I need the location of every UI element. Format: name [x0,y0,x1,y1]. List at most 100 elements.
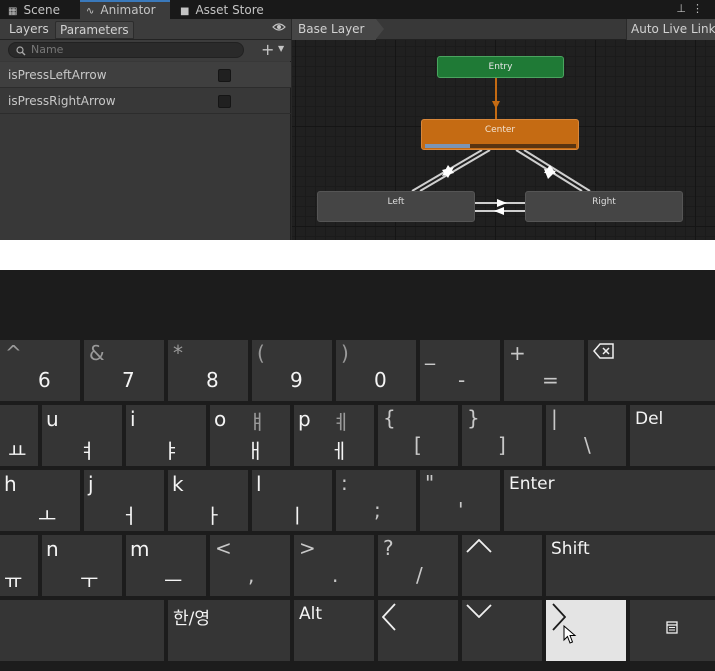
key-u[interactable]: u ㅕ [42,405,122,466]
window-controls: ⊥⋮ [676,2,709,15]
key-space[interactable] [0,600,164,661]
animator-icon: ∿ [86,6,95,17]
key-shift[interactable]: Shift [546,535,715,596]
parameter-checkbox[interactable] [218,69,231,82]
lock-icon[interactable]: ⊥ [676,2,692,15]
key-secondary-label: } [467,406,480,430]
key-primary-label: , [248,563,255,587]
key-korean-label: ㅜ [80,569,99,593]
chevron-down-icon[interactable]: ▼ [278,44,284,53]
arrow-left-icon [382,603,396,631]
key-secondary-label: ) [341,341,349,365]
key-6[interactable]: ^ 6 [0,340,80,401]
tab-layers[interactable]: Layers [5,21,53,39]
key-latin-label: j [88,472,94,496]
key-arrow-up[interactable] [462,535,542,596]
key-korean-label: ㅣ [288,504,307,528]
key-secondary-label: * [173,341,183,365]
state-node-center[interactable]: Center [421,119,579,150]
parameter-name[interactable]: isPressLeftArrow [8,68,107,82]
graph-header: Base Layer Auto Live Link [292,19,715,40]
state-node-left[interactable]: Left [317,191,475,222]
key-semicolon[interactable]: : ; [336,470,416,531]
key-o[interactable]: o ㅒ ㅐ [210,405,290,466]
key-alt[interactable]: Alt [294,600,374,661]
key-latin-label: h [4,472,17,496]
key-primary-label: 6 [38,368,51,392]
state-progress-bar [425,144,576,148]
key-equals[interactable]: + = [504,340,584,401]
tab-asset-store[interactable]: ■ Asset Store [180,0,280,19]
key-korean-label: ㅐ [246,439,265,463]
key-secondary-label: ^ [5,341,22,365]
key-primary-label: ' [458,498,464,522]
key-yo[interactable]: ㅛ [0,405,38,466]
key-l[interactable]: l ㅣ [252,470,332,531]
state-progress-fill [425,144,471,148]
tab-animator[interactable]: ∿ Animator [80,0,170,19]
key-label: Alt [299,604,323,624]
key-9[interactable]: ( 9 [252,340,332,401]
key-primary-label: 9 [290,368,303,392]
key-p[interactable]: p ㅖ ㅔ [294,405,374,466]
key-8[interactable]: * 8 [168,340,248,401]
key-korean-label: ㅕ [78,439,97,463]
key-secondary-label: ㅖ [332,410,351,434]
tab-parameters[interactable]: Parameters [55,21,134,39]
key-i[interactable]: i ㅑ [126,405,206,466]
key-m[interactable]: m ㅡ [126,535,206,596]
key-right-bracket[interactable]: } ] [462,405,542,466]
key-arrow-left[interactable] [378,600,458,661]
key-delete[interactable]: Del [630,405,715,466]
key-minus[interactable]: _ - [420,340,500,401]
key-primary-label: ; [374,498,381,522]
key-korean-label: ㅏ [204,504,223,528]
key-n[interactable]: n ㅜ [42,535,122,596]
search-input[interactable]: Name [8,42,244,58]
key-hangul-english[interactable]: 한/영 [168,600,290,661]
key-korean-label: ㅗ [38,504,57,528]
tab-scene[interactable]: ▦ Scene [8,0,78,19]
breadcrumb[interactable]: Base Layer [292,19,384,40]
key-quote[interactable]: " ' [420,470,500,531]
parameter-row[interactable]: isPressRightArrow [0,88,291,114]
search-icon [16,46,26,56]
eye-icon[interactable] [272,22,286,32]
key-yu[interactable]: ㅠ [0,535,38,596]
auto-live-link-button[interactable]: Auto Live Link [626,19,715,40]
key-secondary-label: ? [383,536,394,560]
key-comma[interactable]: < , [210,535,290,596]
state-machine-graph[interactable]: Base Layer Auto Live Link Entry Center L… [292,19,715,240]
key-backslash[interactable]: | \ [546,405,626,466]
key-period[interactable]: > . [294,535,374,596]
key-menu[interactable] [630,600,715,661]
state-label: Center [484,125,516,135]
parameter-name[interactable]: isPressRightArrow [8,94,116,108]
state-label: Left [387,197,405,207]
key-secondary-label: & [89,341,105,365]
on-screen-keyboard: ^ 6 & 7 * 8 ( 9 ) 0 _ - + = ㅛ u ㅕ i ㅑ o … [0,270,715,671]
more-menu-icon[interactable]: ⋮ [692,2,709,15]
state-label: Entry [488,62,513,72]
key-slash[interactable]: ? / [378,535,458,596]
parameter-row[interactable]: isPressLeftArrow [0,62,291,88]
key-0[interactable]: ) 0 [336,340,416,401]
parameter-checkbox[interactable] [218,95,231,108]
key-7[interactable]: & 7 [84,340,164,401]
key-j[interactable]: j ㅓ [84,470,164,531]
key-secondary-label: > [299,536,316,560]
key-left-bracket[interactable]: { [ [378,405,458,466]
state-node-entry[interactable]: Entry [437,56,564,78]
key-h[interactable]: h ㅗ [0,470,80,531]
key-arrow-right[interactable] [546,600,626,661]
key-enter[interactable]: Enter [504,470,715,531]
add-parameter-button[interactable]: + [261,41,274,58]
key-label: Del [635,409,664,429]
key-k[interactable]: k ㅏ [168,470,248,531]
key-label: 한/영 [173,609,211,629]
key-latin-label: o [214,407,227,431]
key-latin-label: p [298,407,311,431]
key-arrow-down[interactable] [462,600,542,661]
state-node-right[interactable]: Right [525,191,683,222]
key-backspace[interactable] [588,340,715,401]
